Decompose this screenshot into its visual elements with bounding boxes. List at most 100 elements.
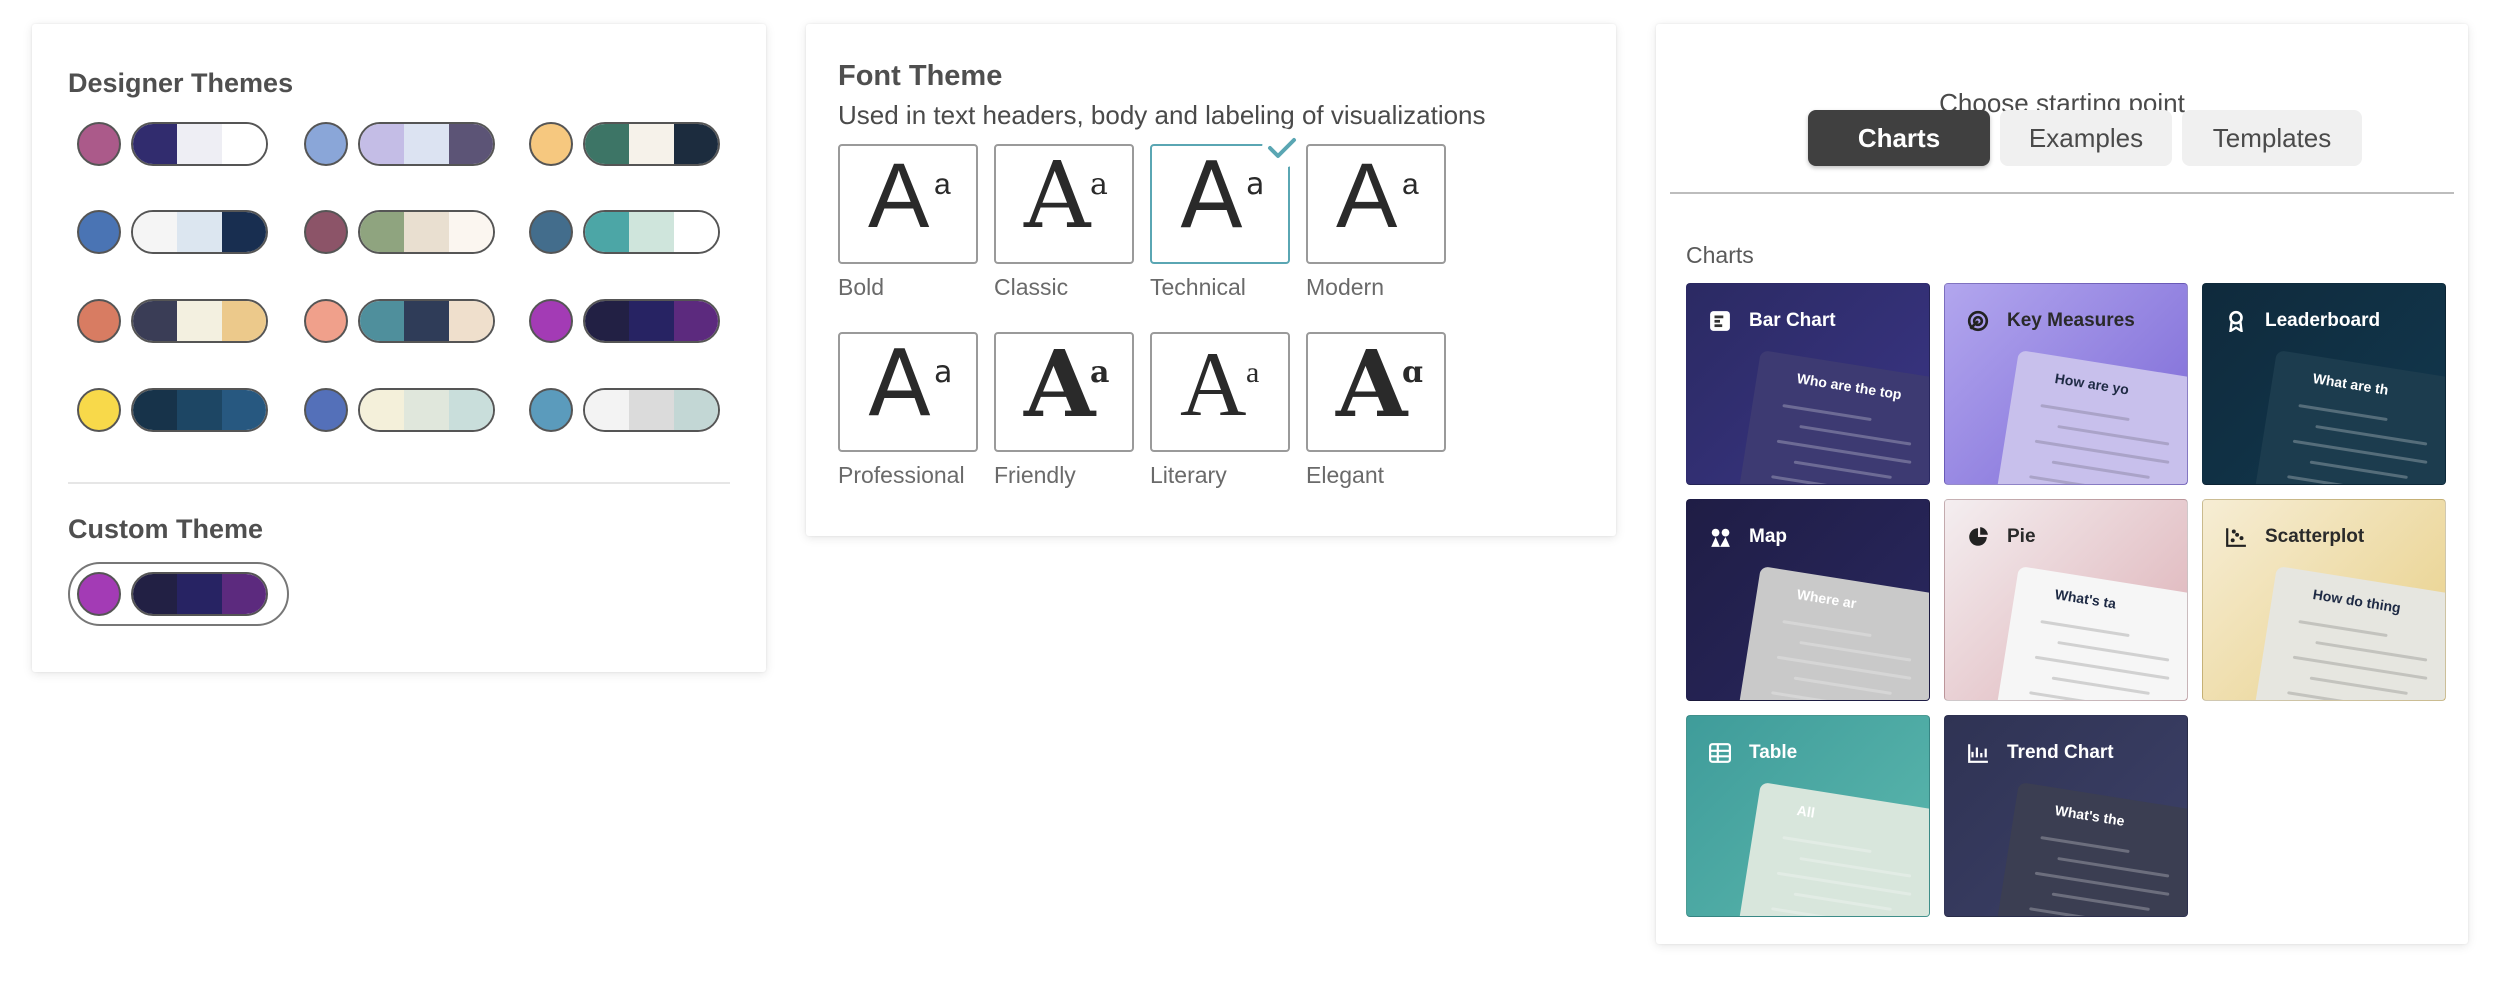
- chart-preview-thumbnail: How are yo: [1992, 350, 2187, 484]
- font-option-professional[interactable]: Aa: [838, 332, 978, 452]
- chart-preview-thumbnail: What's the: [1992, 782, 2187, 916]
- chart-card-label: Leaderboard: [2265, 310, 2381, 331]
- preview-placeholder-line: [1782, 836, 1872, 854]
- theme-swatch[interactable]: [304, 120, 495, 168]
- font-theme-subtitle: Used in text headers, body and labeling …: [838, 100, 1486, 130]
- font-option-modern[interactable]: Aa: [1306, 144, 1446, 264]
- font-option-label: Technical: [1150, 274, 1246, 300]
- preview-placeholder-line: [2029, 691, 2151, 700]
- scatterplot-icon: [2226, 528, 2246, 547]
- font-option-friendly[interactable]: Aa: [994, 332, 1134, 452]
- theme-swatch-pill: [583, 122, 720, 166]
- chart-card-trend-chart[interactable]: What's the Trend Chart: [1944, 715, 2188, 917]
- font-preview-uppercase: A: [1024, 142, 1091, 249]
- chart-card-label: Bar Chart: [1749, 310, 1836, 331]
- chart-card-label: Map: [1749, 526, 1787, 547]
- preview-placeholder-line: [1771, 475, 1893, 484]
- font-preview-uppercase: A: [1336, 330, 1408, 438]
- custom-theme-swatch[interactable]: [68, 562, 289, 626]
- preview-placeholder-line: [2287, 475, 2409, 484]
- chart-preview-thumbnail: What's ta: [1992, 566, 2187, 700]
- theme-swatch[interactable]: [77, 386, 268, 434]
- theme-swatch-pill: [358, 299, 495, 343]
- font-preview-lowercase: a: [1090, 355, 1110, 390]
- chart-preview-title: How are yo: [2053, 370, 2131, 398]
- theme-swatch[interactable]: [529, 208, 720, 256]
- chart-card-key-measures[interactable]: How are yo Key Measures: [1944, 283, 2188, 485]
- theme-swatch-pill: [131, 122, 268, 166]
- chart-card-bar-chart[interactable]: Who are the top Bar Chart: [1686, 283, 1930, 485]
- theme-swatch[interactable]: [529, 386, 720, 434]
- tab-examples[interactable]: Examples: [2000, 110, 2172, 166]
- chart-preview-thumbnail: Who are the top: [1734, 350, 1929, 484]
- preview-placeholder-line: [2287, 691, 2409, 700]
- theme-swatch[interactable]: [77, 120, 268, 168]
- chart-card-label: Table: [1749, 742, 1798, 763]
- chart-preview-title: What's ta: [2053, 586, 2118, 612]
- table-icon: [1709, 743, 1731, 763]
- chart-preview-thumbnail: Where ar: [1734, 566, 1929, 700]
- font-option-elegant[interactable]: Aɑ: [1306, 332, 1446, 452]
- font-theme-panel: Font Theme Used in text headers, body an…: [806, 24, 1616, 536]
- custom-theme-dot: [77, 572, 121, 616]
- map-icon: [1711, 528, 1730, 547]
- font-option-label: Modern: [1306, 274, 1384, 300]
- preview-placeholder-line: [2298, 620, 2388, 638]
- tab-charts[interactable]: Charts: [1808, 110, 1990, 166]
- chart-card-pie[interactable]: What's ta Pie: [1944, 499, 2188, 701]
- chart-card-map[interactable]: Where ar Map: [1686, 499, 1930, 701]
- font-preview-lowercase: a: [1090, 167, 1108, 202]
- chart-preview-title: What are th: [2311, 370, 2390, 398]
- preview-placeholder-line: [1771, 907, 1893, 916]
- selected-check-badge: [1262, 128, 1302, 168]
- preview-placeholder-line: [2051, 676, 2150, 695]
- font-preview-lowercase: a: [934, 355, 953, 390]
- font-option-classic[interactable]: Aa: [994, 144, 1134, 264]
- theme-swatch-dot: [304, 299, 348, 343]
- chart-preview-title: Who are the top: [1795, 370, 1903, 403]
- bar-chart-icon: [1710, 311, 1730, 331]
- preview-placeholder-line: [1782, 620, 1872, 638]
- chart-card-label: Trend Chart: [2007, 742, 2114, 763]
- theme-swatch[interactable]: [304, 297, 495, 345]
- chart-card-table[interactable]: All Table: [1686, 715, 1930, 917]
- theme-swatch-pill: [358, 210, 495, 254]
- theme-swatch-pill: [131, 210, 268, 254]
- font-preview-lowercase: a: [1246, 356, 1260, 389]
- chart-preview-title: All: [1795, 802, 1816, 821]
- theme-swatch-dot: [529, 388, 573, 432]
- font-option-label: Classic: [994, 274, 1069, 300]
- font-preview-uppercase: A: [1336, 145, 1398, 247]
- theme-swatch[interactable]: [304, 386, 495, 434]
- preview-placeholder-line: [2315, 424, 2428, 446]
- themes-divider: [68, 482, 730, 484]
- key-measures-icon: [1967, 310, 1989, 332]
- preview-placeholder-line: [2040, 620, 2130, 638]
- font-preview-uppercase: A: [868, 330, 931, 437]
- font-preview-uppercase: A: [1180, 142, 1243, 249]
- theme-swatch-dot: [529, 122, 573, 166]
- theme-swatch[interactable]: [77, 297, 268, 345]
- pie-icon: [1969, 527, 1988, 546]
- theme-swatch[interactable]: [529, 120, 720, 168]
- chart-card-leaderboard[interactable]: What are th Leaderboard: [2202, 283, 2446, 485]
- font-option-literary[interactable]: Aa: [1150, 332, 1290, 452]
- chart-card-scatterplot[interactable]: How do thing Scatterplot: [2202, 499, 2446, 701]
- preview-placeholder-line: [1771, 691, 1893, 700]
- theme-swatch[interactable]: [529, 297, 720, 345]
- font-option-label: Professional: [838, 462, 965, 488]
- trend-chart-icon: [1968, 744, 1988, 763]
- chart-preview-thumbnail: What are th: [2250, 350, 2445, 484]
- preview-placeholder-line: [2029, 475, 2151, 484]
- font-option-bold[interactable]: Aa: [838, 144, 978, 264]
- starting-point-panel: Choose starting point Charts Examples Te…: [1656, 24, 2468, 944]
- theme-swatch[interactable]: [77, 208, 268, 256]
- charts-section-label: Charts: [1686, 242, 1754, 268]
- theme-swatch-dot: [304, 388, 348, 432]
- preview-placeholder-line: [2309, 676, 2408, 695]
- theme-swatch-pill: [358, 388, 495, 432]
- preview-placeholder-line: [1799, 424, 1912, 446]
- tab-templates[interactable]: Templates: [2182, 110, 2362, 166]
- theme-swatch[interactable]: [304, 208, 495, 256]
- font-option-label: Bold: [838, 274, 885, 300]
